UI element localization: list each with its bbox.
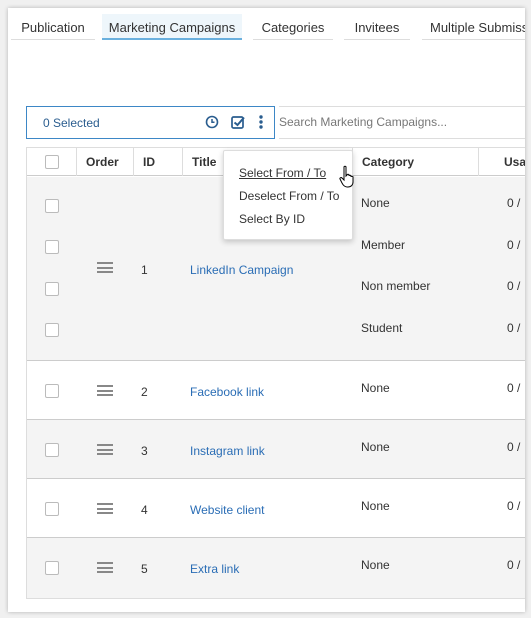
kebab-menu-icon[interactable] [256, 114, 266, 130]
usage-value: 0 / [507, 238, 521, 252]
row-checkbox[interactable] [45, 199, 59, 213]
usage-value: 0 / [507, 381, 521, 395]
drag-handle-icon[interactable] [97, 503, 113, 514]
table-row: 5 Extra link None 0 / [27, 538, 525, 598]
column-header-category[interactable]: Category [352, 148, 478, 176]
row-checkbox[interactable] [45, 384, 59, 398]
row-checkbox[interactable] [45, 502, 59, 516]
category-label: Member [361, 238, 406, 252]
search-input[interactable]: Search Marketing Campaigns... [279, 106, 525, 139]
usage-value: 0 / [507, 440, 521, 454]
tab-bar: Publication Marketing Campaigns Categori… [8, 8, 525, 42]
category-label: None [361, 499, 390, 513]
row-checkbox[interactable] [45, 323, 59, 337]
app-frame: Publication Marketing Campaigns Categori… [8, 8, 525, 612]
menu-item-deselect-from-to[interactable]: Deselect From / To [239, 189, 339, 203]
campaign-title-link[interactable]: Website client [190, 503, 264, 517]
selection-toolbar: 0 Selected [26, 106, 275, 139]
check-square-icon[interactable] [230, 114, 246, 130]
row-id: 1 [141, 263, 148, 277]
usage-value: 0 / [507, 279, 521, 293]
campaign-title-link[interactable]: Extra link [190, 562, 239, 576]
row-checkbox[interactable] [45, 282, 59, 296]
menu-item-select-by-id[interactable]: Select By ID [239, 212, 305, 226]
selection-dropdown-menu: Select From / To Deselect From / To Sele… [223, 150, 353, 240]
table-row: 4 Website client None 0 / [27, 479, 525, 538]
usage-value: 0 / [507, 196, 521, 210]
column-header-usage[interactable]: Usa [478, 148, 525, 176]
row-id: 5 [141, 562, 148, 576]
category-label: Non member [361, 279, 431, 293]
usage-value: 0 / [507, 558, 521, 572]
category-label: None [361, 558, 390, 572]
tab-invitees[interactable]: Invitees [344, 14, 410, 40]
row-checkbox[interactable] [45, 561, 59, 575]
category-label: None [361, 381, 390, 395]
campaign-title-link[interactable]: Instagram link [190, 444, 265, 458]
tab-publication[interactable]: Publication [11, 14, 95, 40]
campaign-title-link[interactable]: Facebook link [190, 385, 264, 399]
drag-handle-icon[interactable] [97, 444, 113, 455]
usage-value: 0 / [507, 321, 521, 335]
campaign-title-link[interactable]: LinkedIn Campaign [190, 263, 293, 277]
drag-handle-icon[interactable] [97, 562, 113, 573]
tab-marketing-campaigns[interactable]: Marketing Campaigns [102, 14, 242, 40]
table-row: 2 Facebook link None 0 / [27, 361, 525, 420]
drag-handle-icon[interactable] [97, 385, 113, 396]
tab-categories[interactable]: Categories [253, 14, 333, 40]
table-row: 3 Instagram link None 0 / [27, 420, 525, 479]
drag-handle-icon[interactable] [97, 262, 113, 273]
column-header-id[interactable]: ID [133, 148, 182, 176]
usage-value: 0 / [507, 499, 521, 513]
row-checkbox[interactable] [45, 240, 59, 254]
select-all-checkbox[interactable] [45, 155, 59, 169]
category-label: Student [361, 321, 403, 335]
menu-item-select-from-to[interactable]: Select From / To [239, 166, 326, 180]
hand-pointer-cursor-icon [339, 165, 354, 188]
tab-multiple-submissions[interactable]: Multiple Submiss [422, 14, 525, 40]
category-label: None [361, 440, 390, 454]
row-id: 3 [141, 444, 148, 458]
column-header-order[interactable]: Order [76, 148, 133, 176]
row-checkbox[interactable] [45, 443, 59, 457]
clock-icon[interactable] [204, 114, 220, 130]
row-id: 4 [141, 503, 148, 517]
row-id: 2 [141, 385, 148, 399]
selected-count: 0 Selected [43, 116, 100, 130]
category-label: None [361, 196, 390, 210]
